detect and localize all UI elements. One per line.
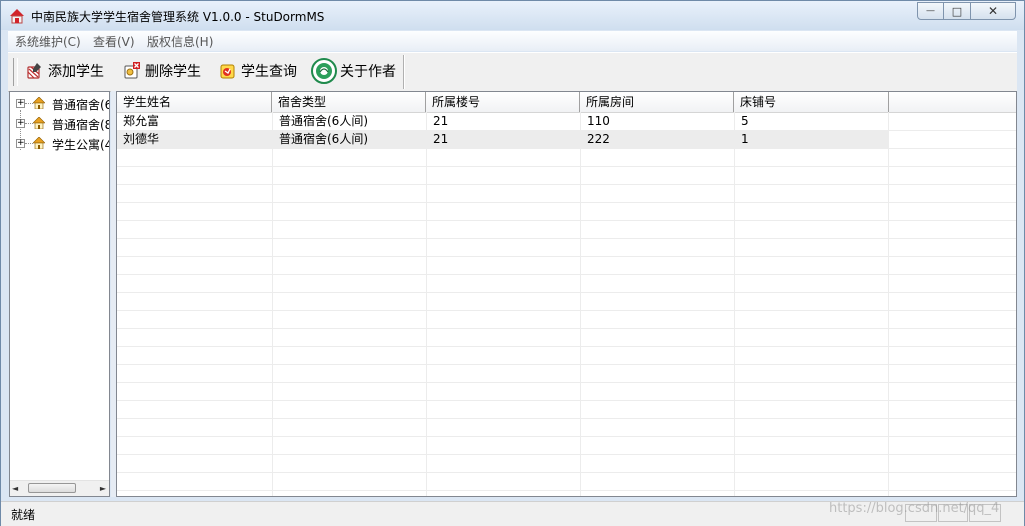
student-grid[interactable]: 学生姓名 宿舍类型 所属楼号 所属房间 床铺号 郑允富 普通宿舍(6人间) 21…	[116, 91, 1017, 497]
add-student-icon	[27, 63, 41, 79]
toolbar: 添加学生 删除学生 学生查询 关于作者	[8, 52, 1017, 92]
cell-building: 21	[433, 132, 449, 146]
grid-row-line	[117, 472, 1016, 473]
expand-icon[interactable]: +	[16, 139, 25, 148]
scroll-right-icon[interactable]: ►	[100, 484, 106, 493]
tree-horizontal-scrollbar[interactable]: ◄ ►	[10, 480, 109, 496]
close-button[interactable]: ✕	[970, 2, 1016, 20]
grid-row-line	[117, 418, 1016, 419]
table-row[interactable]: 刘德华 普通宿舍(6人间) 21 222 1	[117, 130, 889, 148]
toolbar-grip[interactable]	[13, 58, 18, 86]
dorm-tree-view[interactable]: + 普通宿舍(6 + 普通宿舍(8 + 学生公寓(4 ◄ ►	[9, 91, 110, 497]
expand-icon[interactable]: +	[16, 99, 25, 108]
grid-row-line	[117, 202, 1016, 203]
search-student-icon	[220, 64, 235, 79]
cell-dorm-type: 普通宿舍(6人间)	[279, 132, 368, 146]
cell-student-name: 刘德华	[123, 132, 160, 146]
grid-row-line	[117, 310, 1016, 311]
grid-row-line	[117, 328, 1016, 329]
grid-column-line	[426, 112, 427, 496]
grid-row-line	[117, 382, 1016, 383]
close-icon: ✕	[987, 4, 999, 18]
grid-row-line	[117, 238, 1016, 239]
column-header-building[interactable]: 所属楼号	[426, 92, 580, 112]
grid-row-line	[117, 166, 1016, 167]
cell-building: 21	[433, 114, 449, 128]
menu-bar: 系统维护(C) 查看(V) 版权信息(H)	[8, 31, 1017, 51]
tree-node[interactable]: + 普通宿舍(6	[10, 94, 110, 112]
column-header-room[interactable]: 所属房间	[580, 92, 734, 112]
grid-row-line	[117, 346, 1016, 347]
grid-row-line	[117, 256, 1016, 257]
dorm-house-icon	[33, 117, 45, 129]
maximize-button[interactable]: □	[943, 2, 971, 20]
cell-student-name: 郑允富	[123, 114, 160, 128]
title-bar: 中南民族大学学生宿舍管理系统 V1.0.0 - StuDormMS — □ ✕	[1, 1, 1024, 30]
app-window: 中南民族大学学生宿舍管理系统 V1.0.0 - StuDormMS — □ ✕ …	[0, 0, 1025, 526]
tree-node[interactable]: + 学生公寓(4	[10, 134, 110, 152]
column-header-dorm-type[interactable]: 宿舍类型	[272, 92, 426, 112]
cell-room: 110	[587, 114, 610, 128]
about-author-button[interactable]: 关于作者	[311, 58, 396, 84]
menu-copyright[interactable]: 版权信息(H)	[147, 33, 213, 50]
table-row[interactable]: 郑允富 普通宿舍(6人间) 21 110 5	[117, 112, 889, 130]
grid-header: 学生姓名 宿舍类型 所属楼号 所属房间 床铺号	[117, 92, 1016, 113]
search-student-button[interactable]: 学生查询	[218, 59, 297, 83]
search-student-label: 学生查询	[241, 64, 297, 80]
grid-row-line	[117, 184, 1016, 185]
watermark-text: https://blog.csdn.net/qq_4	[829, 501, 1000, 516]
cell-dorm-type: 普通宿舍(6人间)	[279, 114, 368, 128]
grid-row-line	[117, 454, 1016, 455]
grid-row-line	[117, 364, 1016, 365]
minimize-button[interactable]: —	[917, 2, 944, 20]
delete-student-icon	[124, 62, 140, 79]
grid-column-line	[272, 112, 273, 496]
tree-node-label: 学生公寓(4	[52, 138, 110, 152]
tree-node-label: 普通宿舍(8	[52, 118, 110, 132]
grid-column-line	[888, 112, 889, 496]
minimize-icon: —	[926, 6, 935, 16]
window-title: 中南民族大学学生宿舍管理系统 V1.0.0 - StuDormMS	[31, 10, 325, 24]
delete-student-label: 删除学生	[145, 64, 201, 80]
grid-column-line	[734, 112, 735, 496]
cell-room: 222	[587, 132, 610, 146]
column-header-student-name[interactable]: 学生姓名	[117, 92, 272, 112]
about-author-label: 关于作者	[340, 64, 396, 80]
grid-row-line	[117, 274, 1016, 275]
university-logo-icon	[311, 58, 337, 84]
expand-icon[interactable]: +	[16, 119, 25, 128]
status-text: 就绪	[11, 508, 36, 522]
grid-row-line	[117, 436, 1016, 437]
add-student-label: 添加学生	[48, 64, 104, 80]
scroll-thumb[interactable]	[28, 483, 76, 493]
tree-node-label: 普通宿舍(6	[52, 98, 110, 112]
toolbar-separator	[403, 55, 405, 89]
dorm-house-icon	[33, 137, 45, 149]
tree-node[interactable]: + 普通宿舍(8	[10, 114, 110, 132]
cell-bed: 1	[741, 132, 749, 146]
grid-row-line	[117, 220, 1016, 221]
cell-bed: 5	[741, 114, 749, 128]
grid-row-line	[117, 292, 1016, 293]
scroll-left-icon[interactable]: ◄	[12, 484, 18, 493]
column-header-bed[interactable]: 床铺号	[734, 92, 889, 112]
menu-system-maintenance[interactable]: 系统维护(C)	[15, 33, 81, 50]
app-house-icon	[10, 9, 24, 24]
delete-student-button[interactable]: 删除学生	[122, 59, 201, 83]
dorm-house-icon	[33, 97, 45, 109]
grid-row-line	[117, 148, 1016, 149]
maximize-icon: □	[951, 4, 963, 18]
grid-row-line	[117, 490, 1016, 491]
menu-view[interactable]: 查看(V)	[93, 33, 135, 50]
add-student-button[interactable]: 添加学生	[25, 59, 104, 83]
grid-row-line	[117, 400, 1016, 401]
grid-column-line	[580, 112, 581, 496]
